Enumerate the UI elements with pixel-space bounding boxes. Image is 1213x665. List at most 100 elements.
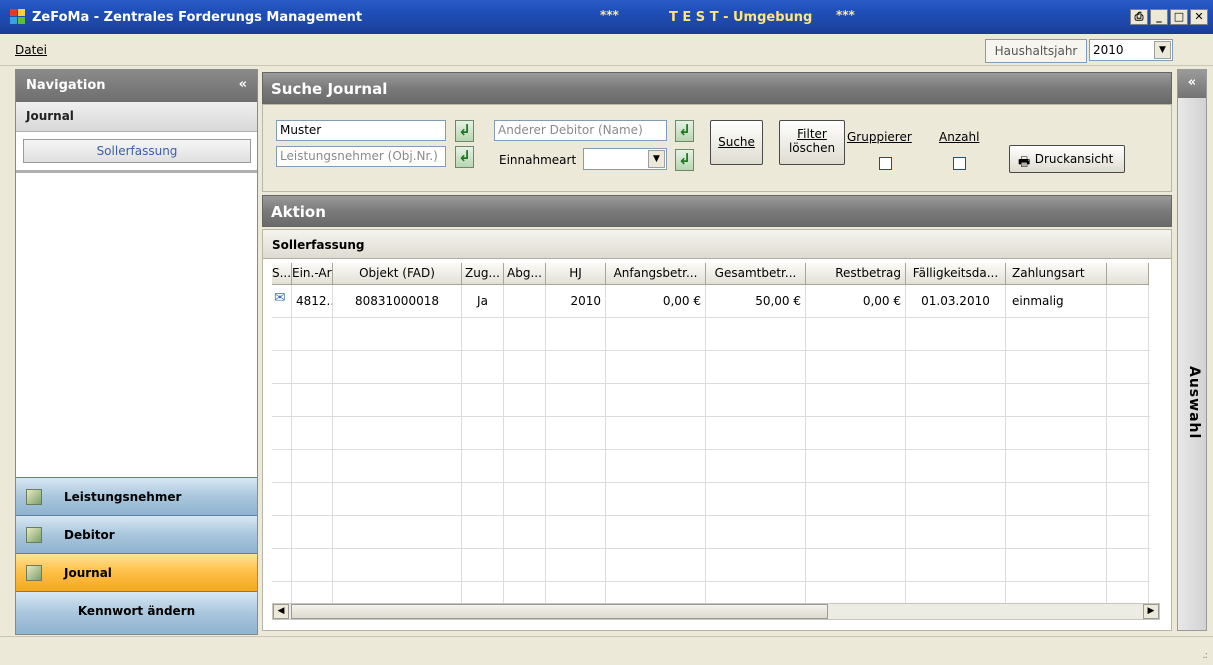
column-header[interactable]: Fälligkeitsda... [906,263,1006,285]
cell-zahlungsart: einmalig [1012,294,1064,308]
column-header [1107,263,1149,285]
scroll-left-icon[interactable]: ◀ [273,604,289,619]
resize-grip-icon[interactable]: .: [1202,650,1207,661]
haushaltsjahr-value: 2010 [1093,43,1124,57]
cell-anfangsbetrag: 0,00 € [662,294,701,308]
nav-button-leistungsnehmer[interactable]: Leistungsnehmer [16,477,257,515]
column-header[interactable]: Anfangsbetr... [606,263,706,285]
menu-datei[interactable]: Datei [15,43,47,57]
divider [16,170,257,173]
nav-button-label: Debitor [64,528,115,542]
gruppierer-label: Gruppierer [847,130,912,144]
column-header[interactable]: Objekt (FAD) [333,263,462,285]
haushaltsjahr-button[interactable]: Haushaltsjahr [985,39,1087,63]
maximize-button[interactable]: □ [1170,9,1188,25]
environment-label: T E S T - Umgebung [669,10,813,25]
grid-line [461,285,462,603]
grid-line [1148,285,1149,603]
haushaltsjahr-select[interactable]: 2010 ▼ [1089,39,1173,61]
apply-arrow-icon[interactable]: ↲ [675,149,694,171]
column-header[interactable]: Zug... [462,263,504,285]
grid-line [272,581,1150,582]
scrollbar-thumb[interactable] [291,604,828,619]
cell-abg [504,287,545,315]
apply-arrow-icon[interactable]: ↲ [675,120,694,142]
auswahl-label: Auswahl [1186,366,1202,440]
leistungsnehmer-field[interactable]: Leistungsnehmer (Obj.Nr.) [276,146,446,167]
column-header[interactable]: HJ [546,263,606,285]
grid-line [272,515,1150,516]
table-row[interactable]: ✉ 4812... 80831000018 Ja 2010 0,00 € 50,… [272,285,1149,317]
anzahl-checkbox[interactable] [953,157,966,170]
einnahmeart-select[interactable]: ▼ [583,148,667,170]
nav-button-journal[interactable]: Journal [16,553,257,591]
suche-button[interactable]: Suche [710,120,763,165]
nav-button-label: Journal [64,566,112,580]
druckansicht-label: Druckansicht [1034,152,1114,166]
grid-line [605,285,606,603]
grid-line [272,548,1150,549]
druckansicht-button[interactable]: 🖶 Druckansicht [1009,145,1125,173]
scroll-right-icon[interactable]: ▶ [1143,604,1159,619]
cell-faelligkeitsdatum: 01.03.2010 [921,294,990,308]
nav-button-label: Kennwort ändern [77,604,196,618]
column-header[interactable]: S... [272,263,292,285]
nav-button-kennwort[interactable]: Kennwort ändern [16,591,257,634]
cell-gesamtbetrag: 50,00 € [755,294,801,308]
name-field[interactable]: Muster [276,120,446,141]
nav-item-sollerfassung[interactable]: Sollerfassung [23,139,251,163]
printer-icon: 🖶 [1018,155,1031,170]
navigation-panel: Navigation « Journal Sollerfassung Leist… [15,69,258,635]
collapse-icon[interactable]: « [239,77,247,92]
column-header[interactable]: Zahlungsart [1006,263,1107,285]
grid-line [905,285,906,603]
apply-arrow-icon[interactable]: ↲ [455,120,474,142]
grid-line [272,317,1150,318]
envelope-icon[interactable]: ✉ [274,287,290,315]
column-header[interactable]: Abg... [504,263,546,285]
grid-line [1106,285,1107,603]
sollerfassung-grid[interactable]: S... Ein.-Art Objekt (FAD) Zug... Abg...… [272,263,1169,603]
module-icon [26,565,42,581]
expand-icon[interactable]: « [1178,70,1206,98]
nav-button-debitor[interactable]: Debitor [16,515,257,553]
suche-button-label: Suche [718,135,755,149]
apply-arrow-icon[interactable]: ↲ [455,146,474,168]
grid-line [272,383,1150,384]
grid-caption-title: Sollerfassung [272,238,365,252]
grid-line [705,285,706,603]
cell-restbetrag: 0,00 € [862,294,901,308]
grid-caption: Sollerfassung [263,230,1171,259]
close-button[interactable]: ✕ [1190,9,1208,25]
navigation-section-title: Journal [26,109,74,123]
menu-datei-label: Datei [15,43,48,57]
aktion-panel-header: Aktion [262,195,1172,227]
print-icon[interactable]: ⎙ [1130,9,1148,25]
chevron-down-icon[interactable]: ▼ [1154,41,1171,59]
grid-line [805,285,806,603]
grid-line [291,285,292,603]
aktion-panel-title: Aktion [271,203,326,221]
filter-button-line2: löschen [788,141,836,155]
column-header[interactable]: Ein.-Art [292,263,333,285]
grid-line [272,482,1150,483]
cell-hj: 2010 [570,294,601,308]
module-icon [26,527,42,543]
status-bar: .: [0,636,1213,665]
env-stars-left: *** [600,8,619,22]
gruppierer-checkbox[interactable] [879,157,892,170]
chevron-down-icon[interactable]: ▼ [648,150,665,168]
window-title: ZeFoMa - Zentrales Forderungs Management [32,10,363,25]
filter-loeschen-button[interactable]: Filter löschen [779,120,845,165]
auswahl-panel[interactable]: « Auswahl [1177,69,1207,631]
horizontal-scrollbar[interactable]: ◀ ▶ [272,603,1160,620]
navigation-title: Navigation [26,78,106,93]
grid-line [545,285,546,603]
anderer-debitor-field[interactable]: Anderer Debitor (Name) [494,120,667,141]
grid-line [272,350,1150,351]
grid-line [1005,285,1006,603]
minimize-button[interactable]: _ [1150,9,1168,25]
column-header[interactable]: Gesamtbetr... [706,263,806,285]
column-header[interactable]: Restbetrag [806,263,906,285]
nav-button-label: Leistungsnehmer [64,490,182,504]
